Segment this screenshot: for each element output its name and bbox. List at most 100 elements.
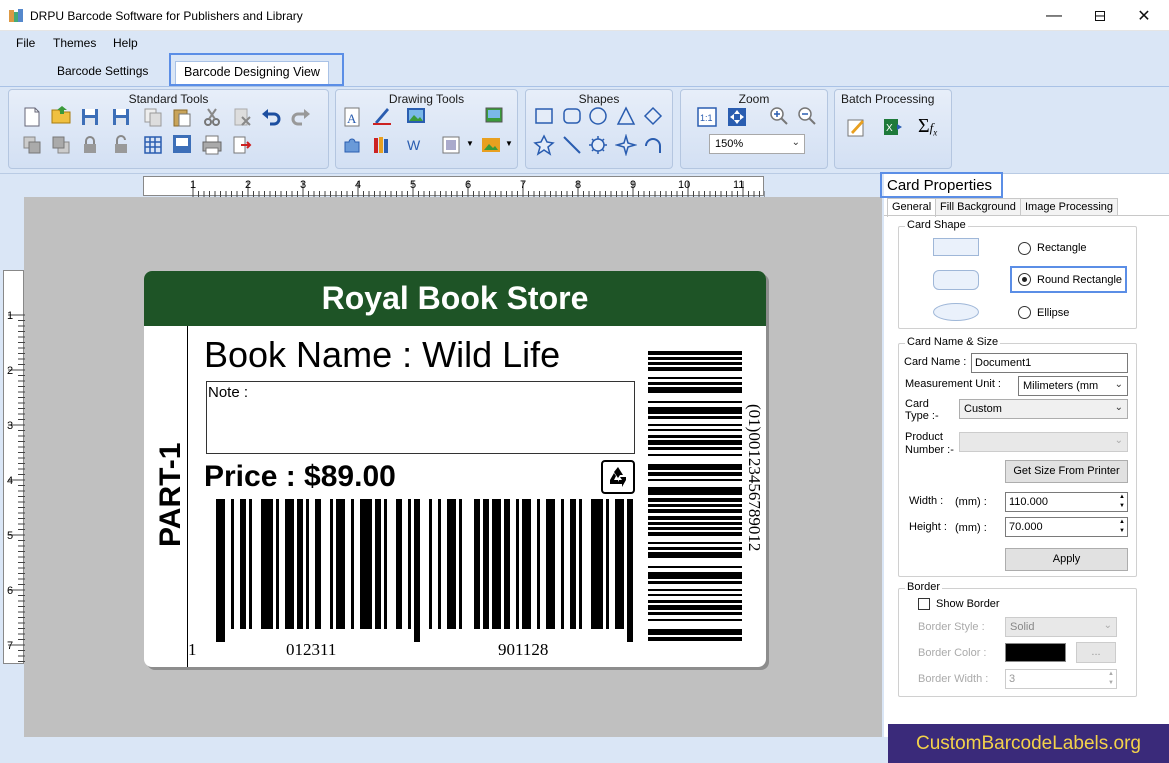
border-style-value: Solid — [1010, 621, 1035, 633]
new-icon[interactable] — [21, 106, 43, 128]
delete-icon[interactable] — [231, 106, 253, 128]
minimize-button[interactable]: — — [1031, 0, 1077, 31]
ruler-ticks — [192, 181, 765, 197]
apply-button[interactable]: Apply — [1005, 548, 1128, 571]
pen-icon[interactable] — [371, 104, 393, 126]
save-as-icon[interactable] — [110, 106, 132, 128]
spinner-icon[interactable]: ▲ ▼ — [1119, 493, 1125, 511]
tab-fill-background[interactable]: Fill Background — [935, 198, 1021, 216]
insert-picture-icon[interactable] — [480, 134, 502, 156]
rounded-rectangle-shape-icon[interactable] — [561, 105, 583, 127]
barcode-bar — [648, 416, 742, 419]
window-title: DRPU Barcode Software for Publishers and… — [30, 9, 303, 23]
bring-front-icon[interactable] — [21, 134, 43, 156]
send-back-icon[interactable] — [50, 134, 72, 156]
puzzle-icon[interactable] — [341, 134, 363, 156]
note-box[interactable] — [206, 381, 635, 454]
width-input[interactable]: 110.000 ▲ ▼ — [1005, 492, 1128, 512]
ellipse-radio[interactable] — [1018, 306, 1031, 319]
measurement-unit-select[interactable]: Milimeters (mm ⌄ — [1018, 376, 1128, 396]
menu-themes[interactable]: Themes — [53, 36, 96, 50]
batch-edit-icon[interactable] — [845, 116, 867, 138]
dropdown-arrow-icon[interactable]: ▼ — [505, 139, 513, 148]
zoom-in-icon[interactable] — [768, 105, 790, 127]
grid-icon[interactable] — [142, 134, 164, 156]
paste-icon[interactable] — [171, 106, 193, 128]
lock-icon[interactable] — [79, 134, 101, 156]
label-card[interactable]: Royal Book Store PART-1 Book Name : Wild… — [144, 271, 766, 667]
burst-shape-icon[interactable] — [587, 134, 609, 156]
save-icon[interactable] — [79, 106, 101, 128]
border-width-input[interactable]: 3 ▲ ▼ — [1005, 669, 1117, 689]
ruler-label: 1 — [7, 310, 14, 322]
linear-barcode[interactable] — [204, 499, 639, 642]
excel-import-icon[interactable]: X — [882, 116, 904, 138]
menu-file[interactable]: File — [16, 36, 35, 50]
border-style-select[interactable]: Solid ⌄ — [1005, 617, 1117, 637]
barcode-bar — [648, 532, 742, 536]
print-preview-icon[interactable] — [171, 133, 193, 155]
triangle-shape-icon[interactable] — [615, 105, 637, 127]
menu-help[interactable]: Help — [113, 36, 138, 50]
diamond-shape-icon[interactable] — [642, 105, 664, 127]
card-type-select[interactable]: Custom ⌄ — [959, 399, 1128, 419]
barcode-bar — [504, 499, 510, 629]
star-shape-icon[interactable] — [533, 134, 555, 156]
dropdown-arrow-icon[interactable]: ▼ — [466, 139, 474, 148]
rectangle-shape-icon[interactable] — [533, 105, 555, 127]
book-name-text[interactable]: Book Name : Wild Life — [204, 334, 560, 376]
library-icon[interactable] — [371, 134, 393, 156]
barcode-bar — [648, 504, 742, 507]
fit-to-window-icon[interactable] — [726, 106, 748, 128]
vertical-barcode[interactable] — [648, 351, 742, 641]
get-size-from-printer-button[interactable]: Get Size From Printer — [1005, 460, 1128, 483]
tab-image-processing[interactable]: Image Processing — [1020, 198, 1119, 216]
barcode-bar — [570, 499, 576, 629]
maximize-button[interactable] — [1077, 0, 1123, 31]
four-point-star-shape-icon[interactable] — [615, 134, 637, 156]
picture-icon[interactable] — [483, 104, 505, 126]
zoom-select[interactable]: 150% ⌄ — [709, 134, 805, 154]
rectangle-radio[interactable] — [1018, 242, 1031, 255]
watermark-icon[interactable]: W — [405, 134, 427, 156]
export-icon[interactable] — [231, 134, 253, 156]
round-rectangle-radio[interactable] — [1018, 273, 1031, 286]
border-color-picker-button[interactable]: ... — [1076, 642, 1116, 663]
title-bar: DRPU Barcode Software for Publishers and… — [0, 0, 1169, 31]
unlock-icon[interactable] — [110, 134, 132, 156]
line-shape-icon[interactable] — [561, 134, 583, 156]
open-icon[interactable] — [50, 104, 72, 126]
undo-icon[interactable] — [260, 106, 282, 128]
print-icon[interactable] — [201, 134, 223, 156]
product-number-label: Product — [905, 431, 943, 443]
zoom-out-icon[interactable] — [796, 105, 818, 127]
group-label: Batch Processing — [841, 92, 935, 106]
card-name-input[interactable]: Document1 — [971, 353, 1128, 373]
border-color-swatch[interactable] — [1005, 643, 1066, 662]
redo-icon[interactable] — [290, 106, 312, 128]
ruler-label: 7 — [520, 179, 527, 191]
spinner-icon[interactable]: ▲ ▼ — [1108, 670, 1114, 688]
store-name-header[interactable]: Royal Book Store — [144, 271, 766, 326]
barcode-bar — [648, 594, 742, 596]
recycle-icon[interactable] — [601, 460, 635, 494]
tab-barcode-settings[interactable]: Barcode Settings — [48, 58, 157, 84]
image-icon[interactable] — [405, 105, 427, 127]
copy-icon[interactable] — [142, 106, 164, 128]
arc-shape-icon[interactable] — [642, 134, 664, 156]
actual-size-icon[interactable]: 1:1 — [696, 106, 718, 128]
barcode-bar — [648, 566, 742, 568]
barcode-object-icon[interactable] — [440, 134, 462, 156]
close-button[interactable]: ✕ — [1121, 0, 1167, 31]
price-text[interactable]: Price : $89.00 — [204, 460, 396, 494]
text-icon[interactable]: A — [341, 106, 363, 128]
formula-icon[interactable]: Σfx — [918, 115, 937, 138]
barcode-bar — [249, 499, 252, 629]
height-input[interactable]: 70.000 ▲ ▼ — [1005, 517, 1128, 537]
ellipse-shape-icon[interactable] — [587, 105, 609, 127]
show-border-checkbox[interactable] — [918, 598, 930, 610]
part-text[interactable]: PART-1 — [154, 347, 188, 547]
cut-icon[interactable] — [201, 106, 223, 128]
product-number-select[interactable]: ⌄ — [959, 432, 1128, 452]
spinner-icon[interactable]: ▲ ▼ — [1119, 518, 1125, 536]
